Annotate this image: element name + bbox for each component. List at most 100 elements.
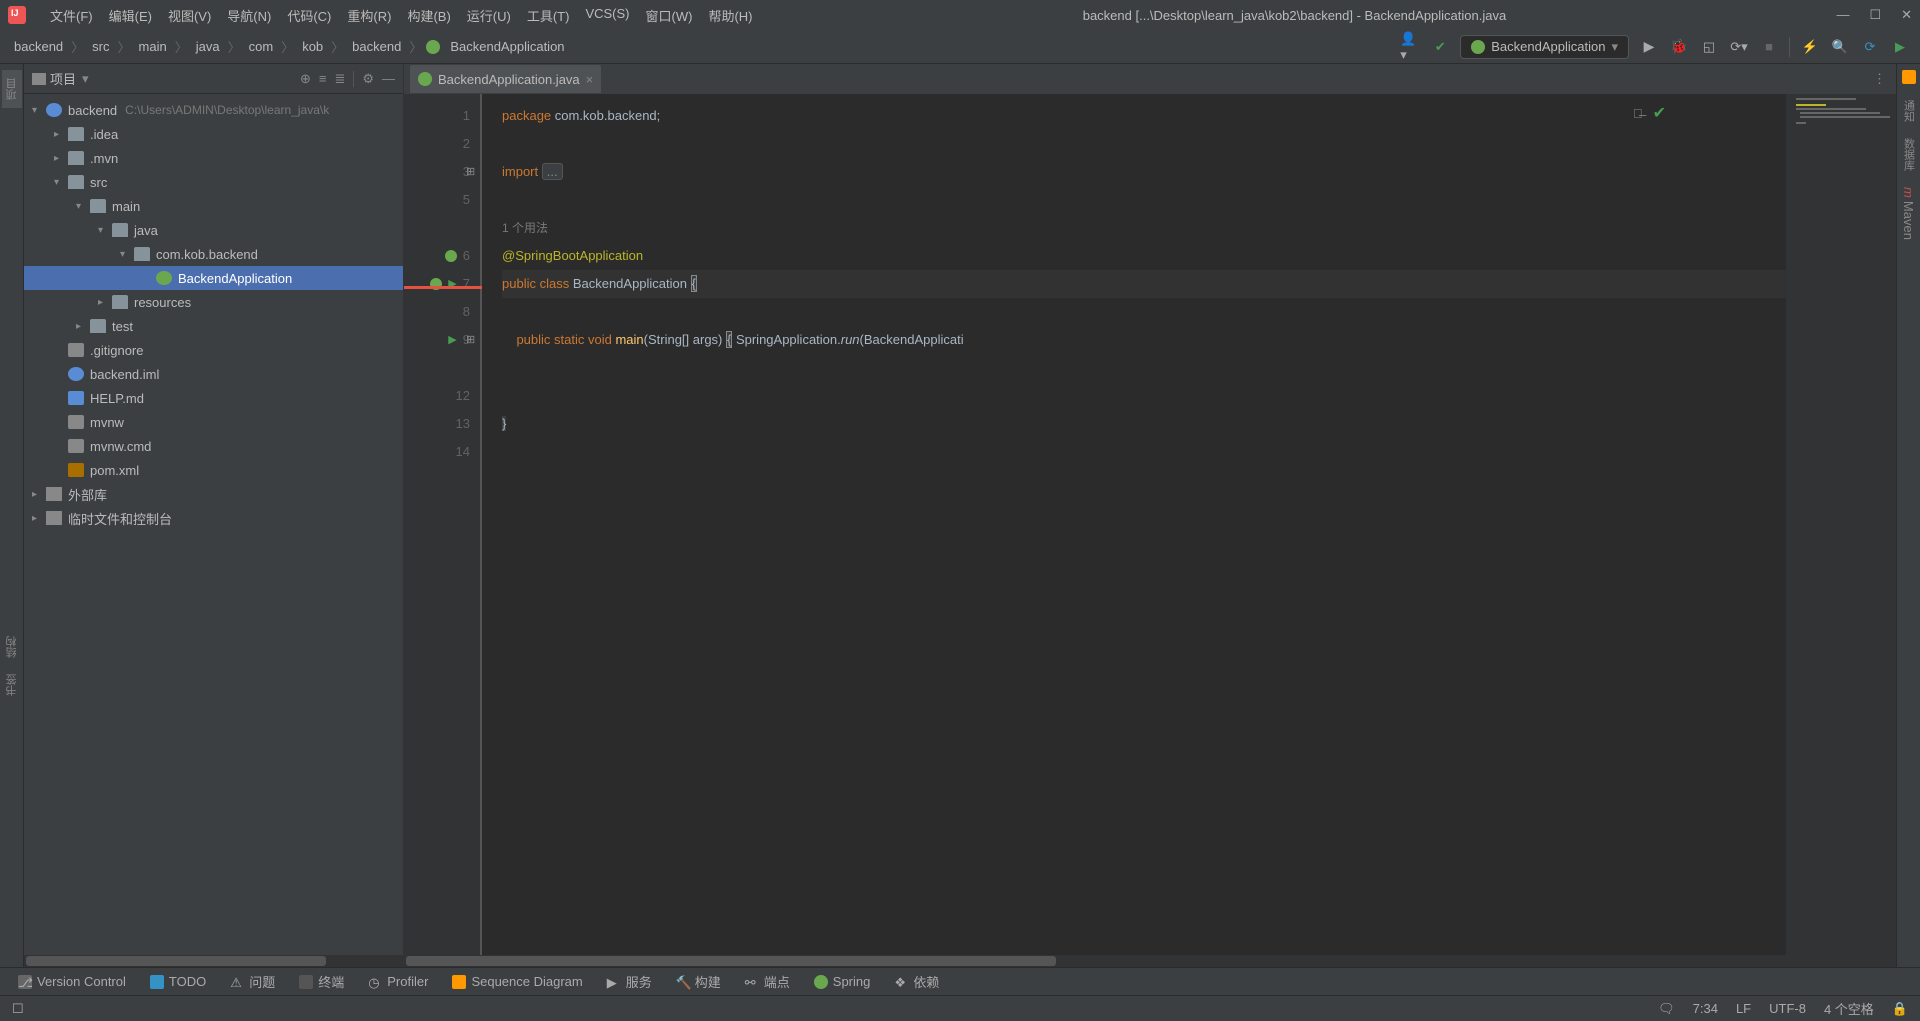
- right-tab-database[interactable]: 数据库: [1899, 130, 1919, 179]
- background-tasks-icon[interactable]: 🗨: [1658, 1001, 1675, 1017]
- menu-b[interactable]: 构建(B): [399, 2, 458, 29]
- menubar: 文件(F)编辑(E)视图(V)导航(N)代码(C)重构(R)构建(B)运行(U)…: [0, 0, 1920, 30]
- minimize-button[interactable]: —: [1836, 7, 1849, 23]
- expand-all-icon[interactable]: ≡: [319, 71, 327, 87]
- editor-gutter[interactable]: 1 2 3⊞ 5 6 ▶7 8 ▶9⊞ 12 13 14: [404, 94, 482, 955]
- breadcrumb-src[interactable]: src: [88, 37, 113, 56]
- tree-node-backendiml[interactable]: backend.iml: [24, 362, 403, 386]
- vcs-checkmark-icon[interactable]: ✔: [1430, 37, 1450, 57]
- editor-hscrollbar[interactable]: [404, 955, 1896, 967]
- debug-button[interactable]: 🐞: [1669, 37, 1689, 57]
- status-encoding[interactable]: UTF-8: [1769, 1001, 1806, 1016]
- tool-dependencies[interactable]: ❖依赖: [884, 969, 949, 994]
- menu-vcss[interactable]: VCS(S): [577, 2, 637, 29]
- tool-build[interactable]: 🔨构建: [666, 969, 731, 994]
- select-opened-file-icon[interactable]: ⊕: [300, 71, 311, 87]
- search-everywhere-icon[interactable]: 🔍: [1830, 37, 1850, 57]
- close-button[interactable]: ✕: [1901, 7, 1912, 23]
- project-tree: ▾backendC:\Users\ADMIN\Desktop\learn_jav…: [24, 94, 403, 955]
- tool-profiler[interactable]: ◷Profiler: [358, 971, 438, 992]
- lock-icon[interactable]: 🔒: [1892, 1001, 1908, 1017]
- status-line-col[interactable]: 7:34: [1693, 1001, 1718, 1016]
- menu-v[interactable]: 视图(V): [160, 2, 219, 29]
- tree-node-pomxml[interactable]: pom.xml: [24, 458, 403, 482]
- menu-u[interactable]: 运行(U): [459, 2, 519, 29]
- settings-gear-icon[interactable]: ⚙: [362, 71, 374, 87]
- run-config-selector[interactable]: BackendApplication ▾: [1460, 35, 1629, 59]
- profile-button[interactable]: ⟳▾: [1729, 37, 1749, 57]
- tool-services[interactable]: ▶服务: [597, 969, 662, 994]
- close-tab-icon[interactable]: ×: [586, 72, 594, 87]
- tool-windows-icon[interactable]: ☐: [12, 1001, 24, 1017]
- maximize-button[interactable]: ☐: [1869, 7, 1881, 23]
- menu-f[interactable]: 文件(F): [42, 2, 101, 29]
- left-tab-project[interactable]: 项目: [2, 70, 22, 108]
- inspection-widget[interactable]: 👁̶ ✔: [1633, 100, 1666, 128]
- collapse-all-icon[interactable]: ≣: [334, 71, 345, 87]
- menu-n[interactable]: 导航(N): [219, 2, 279, 29]
- tree-node-[interactable]: ▸外部库: [24, 482, 403, 506]
- editor-tab-backend-application[interactable]: BackendApplication.java ×: [410, 65, 601, 93]
- breadcrumb: backend〉src〉main〉java〉com〉kob〉backend〉Ba…: [10, 37, 569, 56]
- tab-more-icon[interactable]: ⋮: [1873, 71, 1886, 87]
- tree-node-resources[interactable]: ▸resources: [24, 290, 403, 314]
- eye-icon[interactable]: 👁̶: [1633, 100, 1643, 128]
- code-with-me-icon[interactable]: ⚡: [1800, 37, 1820, 57]
- tree-node-comkobbackend[interactable]: ▾com.kob.backend: [24, 242, 403, 266]
- tool-endpoints[interactable]: ⚯端点: [735, 969, 800, 994]
- code-editor[interactable]: 👁̶ ✔ package com.kob.backend; import ...…: [482, 94, 1786, 955]
- tool-todo[interactable]: TODO: [140, 971, 216, 992]
- breadcrumb-com[interactable]: com: [245, 37, 278, 56]
- right-tab-maven[interactable]: m Maven: [1899, 179, 1918, 248]
- tool-terminal[interactable]: 终端: [289, 969, 354, 994]
- menu-c[interactable]: 代码(C): [279, 2, 339, 29]
- breadcrumb-main[interactable]: main: [135, 37, 171, 56]
- vcs-user-icon[interactable]: 👤▾: [1400, 37, 1420, 57]
- sync-icon[interactable]: ⟳: [1860, 37, 1880, 57]
- right-tab-notify[interactable]: 通知: [1899, 92, 1919, 130]
- menu-w[interactable]: 窗口(W): [638, 2, 701, 29]
- editor-tabs: BackendApplication.java × ⋮: [404, 64, 1896, 94]
- left-tab-bookmarks[interactable]: 书签: [2, 666, 22, 704]
- tree-node-[interactable]: ▸临时文件和控制台: [24, 506, 403, 530]
- menu-t[interactable]: 工具(T): [519, 2, 578, 29]
- breadcrumb-backend[interactable]: backend: [10, 37, 67, 56]
- breadcrumb-backendapplication[interactable]: BackendApplication: [446, 37, 568, 56]
- tree-node-src[interactable]: ▾src: [24, 170, 403, 194]
- breadcrumb-java[interactable]: java: [192, 37, 224, 56]
- tree-node-mvnw[interactable]: mvnw: [24, 410, 403, 434]
- left-tab-structure[interactable]: 结构: [2, 628, 22, 666]
- chevron-down-icon: ▾: [1611, 39, 1618, 55]
- coverage-button[interactable]: ◱: [1699, 37, 1719, 57]
- editor-minimap[interactable]: [1786, 94, 1896, 955]
- tree-node-mvnwcmd[interactable]: mvnw.cmd: [24, 434, 403, 458]
- chevron-down-icon[interactable]: ▾: [82, 71, 89, 87]
- tree-node-test[interactable]: ▸test: [24, 314, 403, 338]
- stop-button[interactable]: ■: [1759, 37, 1779, 57]
- tree-node-idea[interactable]: ▸.idea: [24, 122, 403, 146]
- tree-node-mvn[interactable]: ▸.mvn: [24, 146, 403, 170]
- breadcrumb-kob[interactable]: kob: [298, 37, 327, 56]
- tree-node-main[interactable]: ▾main: [24, 194, 403, 218]
- settings-icon[interactable]: ▶: [1890, 37, 1910, 57]
- hide-panel-icon[interactable]: —: [382, 71, 395, 87]
- tree-node-helpmd[interactable]: HELP.md: [24, 386, 403, 410]
- notifications-icon[interactable]: [1902, 70, 1916, 84]
- status-line-sep[interactable]: LF: [1736, 1001, 1751, 1016]
- spring-icon: [418, 72, 432, 86]
- tool-spring[interactable]: Spring: [804, 971, 881, 992]
- menu-e[interactable]: 编辑(E): [101, 2, 160, 29]
- status-indent[interactable]: 4 个空格: [1824, 999, 1874, 1018]
- tree-node-gitignore[interactable]: .gitignore: [24, 338, 403, 362]
- menu-h[interactable]: 帮助(H): [700, 2, 760, 29]
- tool-sequence-diagram[interactable]: Sequence Diagram: [442, 971, 592, 992]
- tree-node-java[interactable]: ▾java: [24, 218, 403, 242]
- run-button[interactable]: ▶: [1639, 37, 1659, 57]
- tree-node-backend[interactable]: ▾backendC:\Users\ADMIN\Desktop\learn_jav…: [24, 98, 403, 122]
- breadcrumb-backend[interactable]: backend: [348, 37, 405, 56]
- tool-problems[interactable]: ⚠问题: [220, 969, 285, 994]
- project-hscrollbar[interactable]: [24, 955, 403, 967]
- menu-r[interactable]: 重构(R): [339, 2, 399, 29]
- tool-version-control[interactable]: ⎇Version Control: [8, 971, 136, 992]
- tree-node-backendapplication[interactable]: BackendApplication: [24, 266, 403, 290]
